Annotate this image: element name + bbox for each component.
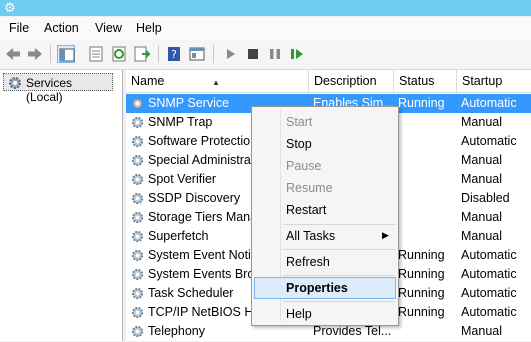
service-gear-icon (130, 229, 145, 247)
service-startup-type: Disabled (461, 191, 510, 205)
pause-icon[interactable] (266, 45, 284, 63)
toolbar-separator (213, 45, 214, 63)
toolbar-separator (50, 45, 51, 63)
services-app-icon: ⚙ (4, 0, 16, 15)
svg-text:?: ? (171, 48, 177, 61)
service-gear-icon (130, 305, 145, 323)
service-description: Provides Tel... (313, 324, 392, 338)
tree-pane: Services (Local) (0, 70, 123, 341)
service-gear-icon (130, 134, 145, 152)
export-icon[interactable] (133, 45, 151, 63)
service-startup-type: Automatic (461, 305, 517, 319)
play-icon[interactable] (222, 45, 240, 63)
service-startup-type: Manual (461, 172, 502, 186)
back-icon[interactable] (4, 45, 22, 63)
column-header-row: Name▲ Description Status Startup Type (126, 70, 531, 110)
service-startup-type: Automatic (461, 134, 517, 148)
menu-divider (283, 249, 395, 250)
service-status: Running (398, 305, 445, 319)
context-menu: Start Stop Pause Resume Restart All Task… (251, 106, 399, 326)
service-name: Telephony (148, 324, 205, 338)
console-icon[interactable] (188, 45, 206, 63)
submenu-arrow-icon: ▶ (382, 230, 389, 240)
show-hide-tree-icon[interactable] (57, 45, 75, 63)
service-status: Running (398, 96, 445, 110)
column-header-status[interactable]: Status (393, 70, 456, 92)
column-header-description[interactable]: Description (308, 70, 393, 92)
menu-item-pause[interactable]: Pause (254, 155, 396, 177)
service-gear-icon (130, 153, 145, 171)
service-startup-type: Automatic (461, 267, 517, 281)
menu-help[interactable]: Help (136, 21, 162, 35)
service-gear-icon (130, 172, 145, 190)
menu-divider (283, 301, 395, 302)
service-startup-type: Manual (461, 115, 502, 129)
service-gear-icon (130, 248, 145, 266)
service-status: Running (398, 248, 445, 262)
forward-icon[interactable] (26, 45, 44, 63)
service-startup-type: Manual (461, 229, 502, 243)
service-startup-type: Manual (461, 324, 502, 338)
tree-item-label: Services (Local) (26, 76, 73, 104)
service-gear-icon (130, 191, 145, 209)
service-gear-icon (130, 267, 145, 285)
column-header-startup-type[interactable]: Startup Type (456, 70, 531, 110)
toolbar-separator (158, 45, 159, 63)
menu-item-properties[interactable]: Properties (254, 277, 396, 299)
service-gear-icon (130, 324, 145, 342)
menu-item-refresh[interactable]: Refresh (254, 251, 396, 273)
menu-item-stop[interactable]: Stop (254, 133, 396, 155)
menu-action[interactable]: Action (44, 21, 79, 35)
service-startup-type: Manual (461, 210, 502, 224)
service-startup-type: Automatic (461, 96, 517, 110)
service-gear-icon (130, 286, 145, 304)
menu-file[interactable]: File (9, 21, 29, 35)
menu-bar: File Action View Help (0, 17, 531, 39)
tree-item-services-local[interactable]: Services (Local) (3, 73, 113, 104)
title-bar: ⚙ (0, 0, 531, 16)
service-startup-type: Manual (461, 153, 502, 167)
menu-item-resume[interactable]: Resume (254, 177, 396, 199)
menu-view[interactable]: View (95, 21, 122, 35)
service-gear-icon (130, 210, 145, 228)
menu-divider (283, 275, 395, 276)
service-status: Running (398, 286, 445, 300)
service-status: Running (398, 267, 445, 281)
service-startup-type: Automatic (461, 248, 517, 262)
menu-item-restart[interactable]: Restart (254, 199, 396, 221)
stop-icon[interactable] (244, 45, 262, 63)
properties-icon[interactable] (87, 45, 105, 63)
services-gear-icon (7, 75, 23, 94)
service-gear-icon (130, 96, 145, 114)
menu-item-start[interactable]: Start (254, 111, 396, 133)
restart-icon[interactable] (288, 45, 306, 63)
menu-item-help[interactable]: Help (254, 303, 396, 325)
toolbar: ? (0, 39, 531, 70)
menu-item-all-tasks[interactable]: All Tasks ▶ (254, 225, 396, 247)
help-icon[interactable]: ? (165, 45, 183, 63)
column-header-name[interactable]: Name ▲ (126, 70, 308, 92)
service-gear-icon (130, 115, 145, 133)
sort-ascending-icon: ▲ (212, 78, 220, 87)
refresh-icon[interactable] (110, 45, 128, 63)
service-startup-type: Automatic (461, 286, 517, 300)
